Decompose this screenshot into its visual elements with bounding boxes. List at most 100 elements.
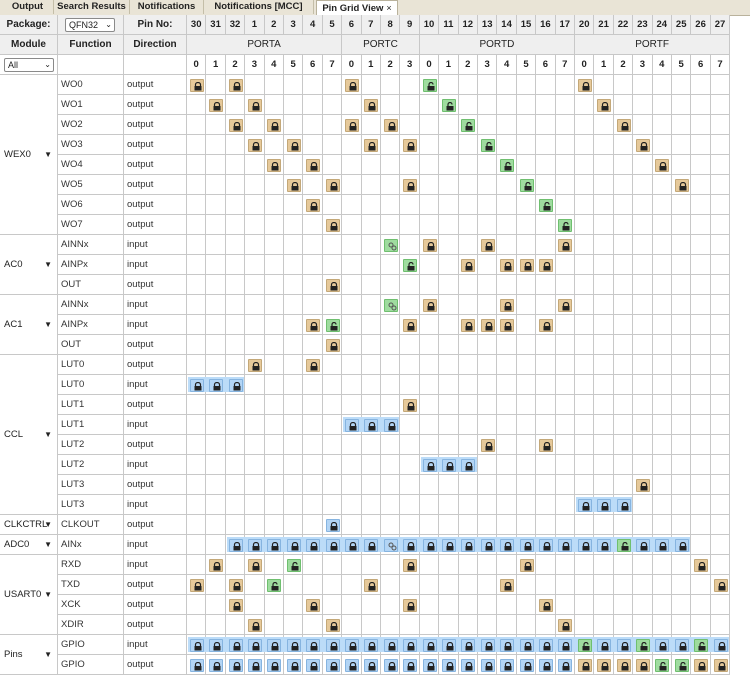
- pin-cell[interactable]: [613, 475, 634, 495]
- pin-cell[interactable]: [594, 315, 614, 335]
- pin-cell[interactable]: [594, 395, 614, 415]
- pin-cell[interactable]: [536, 75, 556, 95]
- pin-cell[interactable]: [458, 215, 478, 235]
- pin-cell[interactable]: [594, 375, 614, 395]
- pin-cell[interactable]: [342, 335, 362, 355]
- pin-cell[interactable]: [439, 315, 459, 335]
- pin-cell[interactable]: [691, 495, 711, 515]
- pin-lock-icon[interactable]: [403, 558, 418, 572]
- pin-cell[interactable]: [555, 475, 575, 495]
- pin-cell[interactable]: [633, 215, 653, 235]
- tab-pin-grid-view[interactable]: Pin Grid View ×: [316, 0, 398, 16]
- pin-cell[interactable]: [497, 355, 517, 375]
- pin-cell[interactable]: [381, 375, 401, 395]
- pin-cell[interactable]: [672, 395, 692, 415]
- pin-cell[interactable]: [555, 315, 575, 335]
- pin-cell[interactable]: [555, 455, 575, 475]
- pin-cell[interactable]: [478, 75, 498, 95]
- pin-cell[interactable]: [633, 395, 653, 415]
- pin-lock-icon[interactable]: [538, 438, 553, 452]
- pin-cell[interactable]: [710, 415, 731, 435]
- pin-cell[interactable]: [478, 515, 498, 535]
- pin-cell[interactable]: [497, 435, 517, 455]
- pin-cell[interactable]: [381, 435, 401, 455]
- pin-lock-icon[interactable]: [344, 658, 359, 672]
- pin-cell[interactable]: [187, 135, 207, 155]
- pin-cell[interactable]: [458, 375, 478, 395]
- pin-cell[interactable]: [497, 595, 517, 615]
- pin-cell[interactable]: [439, 395, 459, 415]
- pin-cell[interactable]: [691, 475, 711, 495]
- pin-lock-icon[interactable]: [558, 238, 573, 252]
- pin-cell[interactable]: [594, 275, 614, 295]
- pin-cell[interactable]: [361, 515, 381, 535]
- pin-cell[interactable]: [419, 135, 440, 155]
- pin-cell[interactable]: [633, 595, 653, 615]
- pin-cell[interactable]: [594, 195, 614, 215]
- pin-lock-icon[interactable]: [713, 578, 728, 592]
- pin-cell[interactable]: [206, 595, 226, 615]
- pin-cell[interactable]: [458, 335, 478, 355]
- pin-lock-icon[interactable]: [597, 538, 612, 552]
- package-select[interactable]: QFN32 ⌄: [65, 18, 115, 32]
- pin-cell[interactable]: [458, 575, 478, 595]
- pin-cell[interactable]: [400, 115, 420, 135]
- pin-cell[interactable]: [652, 355, 672, 375]
- pin-cell[interactable]: [303, 215, 323, 235]
- pin-cell[interactable]: [497, 135, 517, 155]
- pin-lock-icon[interactable]: [441, 98, 456, 112]
- pin-lock-icon[interactable]: [519, 638, 534, 652]
- pin-cell[interactable]: [284, 75, 304, 95]
- pin-cell[interactable]: [342, 575, 362, 595]
- pin-cell[interactable]: [322, 155, 343, 175]
- pin-cell[interactable]: [672, 335, 692, 355]
- pin-lock-icon[interactable]: [441, 538, 456, 552]
- pin-cell[interactable]: [381, 575, 401, 595]
- pin-lock-icon[interactable]: [519, 558, 534, 572]
- pin-cell[interactable]: [303, 95, 323, 115]
- pin-cell[interactable]: [672, 235, 692, 255]
- pin-cell[interactable]: [284, 575, 304, 595]
- pin-cell[interactable]: [381, 195, 401, 215]
- pin-cell[interactable]: [187, 215, 207, 235]
- pin-lock-icon[interactable]: [480, 238, 495, 252]
- pin-cell[interactable]: [303, 375, 323, 395]
- pin-cell[interactable]: [555, 135, 575, 155]
- pin-cell[interactable]: [613, 415, 634, 435]
- pin-lock-icon[interactable]: [286, 658, 301, 672]
- expand-arrow-icon[interactable]: ▼: [44, 260, 52, 269]
- pin-cell[interactable]: [225, 95, 246, 115]
- pin-lock-icon[interactable]: [325, 178, 340, 192]
- pin-cell[interactable]: [206, 335, 226, 355]
- pin-cell[interactable]: [225, 555, 246, 575]
- pin-lock-icon[interactable]: [422, 78, 437, 92]
- pin-cell[interactable]: [342, 235, 362, 255]
- pin-cell[interactable]: [613, 395, 634, 415]
- pin-cell[interactable]: [594, 475, 614, 495]
- pin-cell[interactable]: [478, 355, 498, 375]
- pin-cell[interactable]: [555, 75, 575, 95]
- pin-cell[interactable]: [652, 75, 672, 95]
- pin-cell[interactable]: [322, 475, 343, 495]
- pin-cell[interactable]: [555, 595, 575, 615]
- pin-cell[interactable]: [555, 555, 575, 575]
- pin-cell[interactable]: [633, 235, 653, 255]
- pin-cell[interactable]: [245, 75, 265, 95]
- pin-lock-icon[interactable]: [325, 518, 340, 532]
- pin-cell[interactable]: [264, 235, 284, 255]
- pin-cell[interactable]: [652, 515, 672, 535]
- pin-cell[interactable]: [322, 95, 343, 115]
- pin-cell[interactable]: [361, 115, 381, 135]
- pin-cell[interactable]: [594, 135, 614, 155]
- pin-lock-icon[interactable]: [577, 658, 592, 672]
- pin-cell[interactable]: [245, 295, 265, 315]
- pin-cell[interactable]: [613, 235, 634, 255]
- pin-lock-icon[interactable]: [228, 378, 243, 392]
- pin-cell[interactable]: [672, 255, 692, 275]
- pin-cell[interactable]: [439, 515, 459, 535]
- pin-cell[interactable]: [458, 435, 478, 455]
- pin-cell[interactable]: [225, 355, 246, 375]
- pin-cell[interactable]: [225, 175, 246, 195]
- pin-cell[interactable]: [478, 395, 498, 415]
- pin-lock-icon[interactable]: [189, 638, 204, 652]
